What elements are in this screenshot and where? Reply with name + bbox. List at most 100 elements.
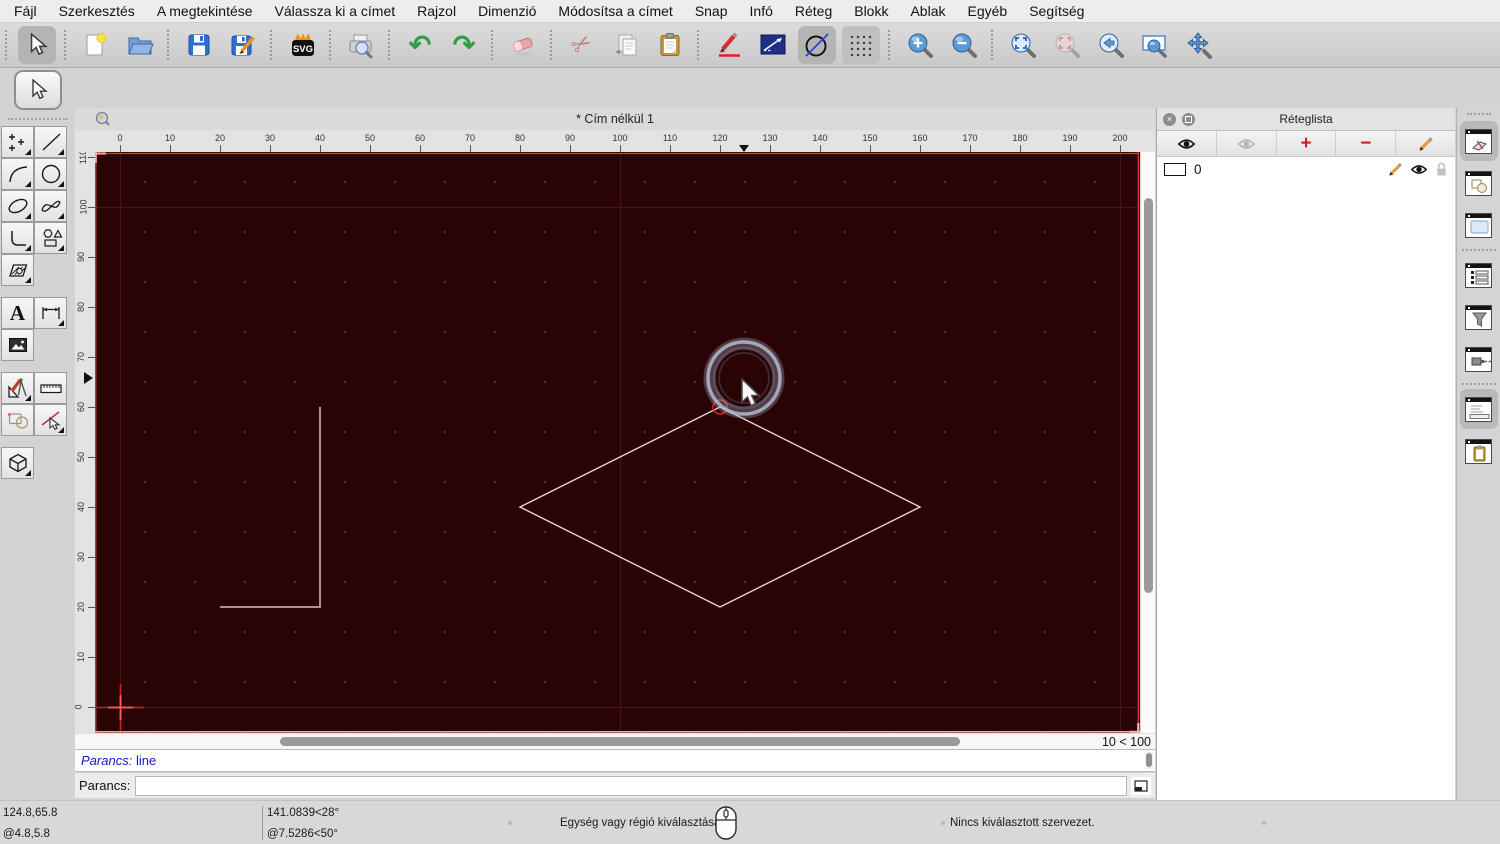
draw-pencil-button[interactable] bbox=[710, 26, 748, 64]
menu-view[interactable]: A megtekintése bbox=[157, 3, 253, 19]
hatch-tool[interactable] bbox=[1, 254, 34, 286]
zoom-in-button[interactable] bbox=[901, 26, 939, 64]
menu-file[interactable]: Fájl bbox=[14, 3, 37, 19]
command-options-button[interactable] bbox=[1131, 776, 1151, 795]
menu-window[interactable]: Ablak bbox=[910, 3, 945, 19]
image-tool[interactable] bbox=[1, 329, 34, 361]
h-ruler-label: 190 bbox=[1062, 133, 1078, 143]
open-file-button[interactable] bbox=[121, 26, 159, 64]
palette-selection-button[interactable] bbox=[13, 70, 62, 110]
save-button[interactable] bbox=[180, 26, 218, 64]
print-preview-button[interactable] bbox=[342, 26, 380, 64]
layer-edit-button[interactable] bbox=[1387, 161, 1403, 177]
redo-button[interactable]: ↷ bbox=[445, 26, 483, 64]
selection-filter-panel-button[interactable] bbox=[1460, 297, 1498, 337]
zoom-window-button[interactable] bbox=[1136, 26, 1174, 64]
menu-help[interactable]: Segítség bbox=[1029, 3, 1084, 19]
pan-button[interactable] bbox=[1180, 26, 1218, 64]
zoom-previous-button[interactable] bbox=[1092, 26, 1130, 64]
grid-toggle-button[interactable] bbox=[842, 26, 880, 64]
trim-icon bbox=[40, 411, 61, 431]
drawing-canvas[interactable] bbox=[95, 152, 1140, 733]
save-as-button[interactable] bbox=[224, 26, 262, 64]
spline-tool[interactable] bbox=[34, 190, 67, 222]
vertical-scrollbar-thumb[interactable] bbox=[1144, 198, 1153, 593]
toolbar-handle[interactable] bbox=[64, 30, 69, 60]
polyline-tool[interactable] bbox=[1, 222, 34, 254]
circle-tool[interactable] bbox=[34, 158, 67, 190]
ellipse-tool[interactable] bbox=[1, 190, 34, 222]
show-all-layers-button[interactable] bbox=[1157, 131, 1217, 156]
polygon-shapes-tool[interactable] bbox=[34, 222, 67, 254]
cut-button[interactable]: ✂ bbox=[563, 26, 601, 64]
h-ruler-tick bbox=[370, 145, 371, 152]
undo-button[interactable]: ↶ bbox=[401, 26, 439, 64]
drawn-entity[interactable] bbox=[518, 406, 922, 608]
points-tool[interactable] bbox=[1, 126, 34, 158]
circle-slash-tool-button[interactable] bbox=[798, 26, 836, 64]
measure-tool[interactable] bbox=[34, 372, 67, 404]
panel-close-button[interactable]: × bbox=[1163, 112, 1176, 126]
toolbar-handle[interactable] bbox=[5, 30, 10, 60]
selection-tool-button[interactable] bbox=[18, 26, 56, 64]
history-scrollbar-thumb[interactable] bbox=[1146, 753, 1152, 767]
menu-modify[interactable]: Módosítsa a címet bbox=[558, 3, 672, 19]
menu-select[interactable]: Válassza ki a címet bbox=[275, 3, 396, 19]
menu-draw[interactable]: Rajzol bbox=[417, 3, 456, 19]
remove-layer-button[interactable]: − bbox=[1336, 131, 1397, 156]
layer-panel-header: × Réteglista bbox=[1157, 108, 1455, 131]
left-click-hint: Egység vagy régió kiválasztása bbox=[560, 817, 721, 829]
command-line-panel-button[interactable] bbox=[1459, 389, 1498, 429]
menu-layer[interactable]: Réteg bbox=[795, 3, 832, 19]
menu-edit[interactable]: Szerkesztés bbox=[59, 3, 135, 19]
add-layer-button[interactable]: + bbox=[1277, 131, 1337, 156]
vertical-scrollbar[interactable] bbox=[1140, 152, 1155, 733]
canvas-graphics bbox=[95, 152, 1140, 733]
panel-float-button[interactable] bbox=[1182, 112, 1195, 126]
zoom-selection-button[interactable] bbox=[1048, 26, 1086, 64]
solid-3d-tool[interactable] bbox=[1, 447, 34, 479]
new-document-button[interactable] bbox=[77, 26, 115, 64]
menu-snap[interactable]: Snap bbox=[695, 3, 728, 19]
command-input[interactable] bbox=[135, 775, 1127, 796]
erase-button[interactable] bbox=[504, 26, 542, 64]
copy-button[interactable] bbox=[607, 26, 645, 64]
menu-block[interactable]: Blokk bbox=[854, 3, 888, 19]
layer-list-panel-button[interactable] bbox=[1459, 121, 1498, 161]
layer-color-swatch[interactable] bbox=[1164, 162, 1186, 176]
zoom-auto-button[interactable] bbox=[1004, 26, 1042, 64]
layer-lock-toggle[interactable] bbox=[1435, 161, 1448, 177]
text-tool[interactable]: A bbox=[1, 297, 34, 329]
horizontal-scrollbar[interactable]: 10 < 100 bbox=[75, 733, 1155, 749]
block-list-panel-button[interactable] bbox=[1460, 163, 1498, 203]
dimension-tool[interactable] bbox=[34, 297, 67, 329]
trim-tool[interactable] bbox=[34, 404, 67, 436]
dock-handle[interactable] bbox=[1466, 113, 1491, 115]
paste-button[interactable] bbox=[651, 26, 689, 64]
edit-layer-button[interactable] bbox=[1396, 131, 1455, 156]
svg-export-button[interactable]: SVG bbox=[283, 26, 321, 64]
property-editor-panel-button[interactable] bbox=[1460, 255, 1498, 295]
clipboard-panel-icon bbox=[1465, 438, 1492, 464]
horizontal-scrollbar-thumb[interactable] bbox=[280, 737, 960, 746]
layer-row[interactable]: 0 bbox=[1157, 157, 1455, 181]
drawn-entity[interactable] bbox=[220, 407, 321, 608]
menu-dimension[interactable]: Dimenzió bbox=[478, 3, 536, 19]
menu-info[interactable]: Infó bbox=[750, 3, 773, 19]
command-history[interactable]: Parancs: line bbox=[75, 749, 1155, 772]
selection-status: Nincs kiválasztott szervezet. bbox=[950, 817, 1095, 829]
menu-misc[interactable]: Egyéb bbox=[968, 3, 1008, 19]
arc-tool[interactable] bbox=[1, 158, 34, 190]
zoom-out-button[interactable] bbox=[945, 26, 983, 64]
command-row: Parancs: bbox=[75, 773, 1155, 798]
line-tool-button[interactable] bbox=[754, 26, 792, 64]
command-tool-panel-button[interactable] bbox=[1460, 339, 1498, 379]
clipboard-panel-button[interactable] bbox=[1460, 431, 1498, 471]
layer-visibility-toggle[interactable] bbox=[1410, 163, 1428, 176]
modify-tool[interactable] bbox=[1, 404, 34, 436]
library-browser-panel-button[interactable] bbox=[1460, 205, 1498, 245]
line-tool[interactable] bbox=[34, 126, 67, 158]
drafting-tools[interactable] bbox=[1, 372, 34, 404]
history-scrollbar[interactable] bbox=[1145, 752, 1153, 769]
hide-all-layers-button[interactable] bbox=[1217, 131, 1277, 156]
